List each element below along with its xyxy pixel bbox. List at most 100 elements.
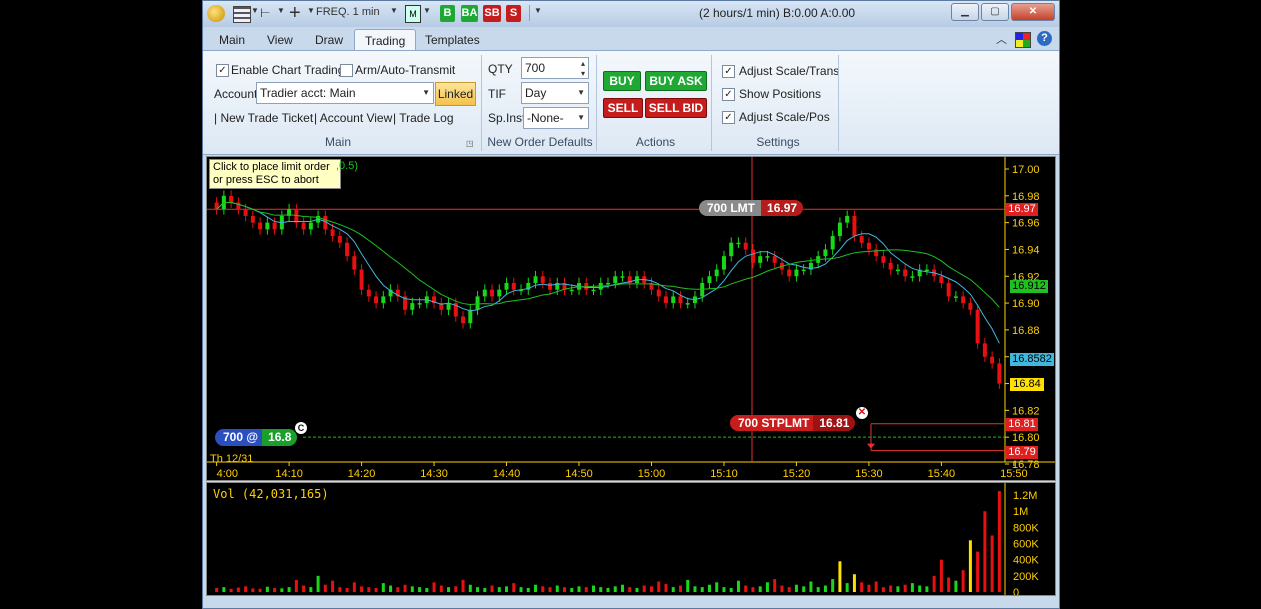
grid-menu-icon[interactable] <box>233 6 251 23</box>
dialog-launcher-icon[interactable]: ◳ <box>466 139 474 148</box>
volume-pane[interactable]: 1.2M 1M 800K 600K 400K 200K 0 Vol (42,031,165) <box>206 482 1056 596</box>
chevron-down-icon: ▼ <box>422 88 430 97</box>
spinner-icon[interactable]: ▴ ▾ <box>581 59 585 79</box>
enable-chart-trading-checkbox[interactable]: ✓ <box>216 64 229 77</box>
linked-button[interactable]: Linked <box>435 82 476 106</box>
spinst-label: Sp.Inst <box>488 111 526 125</box>
candle-body <box>975 309 980 344</box>
qty-stepper[interactable]: 700 ▴ ▾ <box>521 57 589 79</box>
close-position-icon[interactable]: C <box>295 422 307 434</box>
time-tick-label: 4:00 <box>217 468 238 480</box>
volume-bar <box>476 587 480 592</box>
tab-draw[interactable]: Draw <box>305 29 353 51</box>
tab-templates[interactable]: Templates <box>415 29 490 51</box>
tab-main[interactable]: Main <box>209 29 255 51</box>
buy-ask-button[interactable]: BUY ASK <box>645 71 707 91</box>
candle-body <box>504 282 509 290</box>
volume-bar <box>236 587 240 592</box>
candle-body <box>243 209 248 216</box>
help-icon[interactable]: ? <box>1037 31 1052 46</box>
position-chip[interactable]: 700 @ 16.8 <box>215 429 298 446</box>
main-group-label: Main <box>324 135 351 149</box>
adjust-scale-pos-checkbox[interactable]: ✓ <box>722 111 735 124</box>
volume-bar <box>396 587 400 592</box>
buy-button[interactable]: BUY <box>603 71 641 91</box>
stop-price-tag: 16.81 <box>1006 418 1038 431</box>
tif-dropdown[interactable]: Day ▼ <box>521 82 589 104</box>
volume-bar <box>954 580 958 592</box>
trade-log-link[interactable]: | Trade Log <box>393 111 454 125</box>
candle-body <box>714 269 719 277</box>
volume-bar <box>541 586 545 592</box>
sell-bid-toolbar-button[interactable]: SB <box>483 5 501 22</box>
frequency-selector[interactable]: FREQ. 1 min <box>316 6 380 18</box>
chevron-down-icon[interactable]: ▼ <box>534 6 542 15</box>
volume-bar <box>287 587 291 592</box>
price-tick-label: 16.94 <box>1012 244 1040 256</box>
volume-bar <box>809 581 813 592</box>
sell-button[interactable]: SELL <box>603 98 643 118</box>
chevron-down-icon[interactable]: ▼ <box>307 6 315 15</box>
volume-bar <box>389 585 393 592</box>
volume-tick-label: 800K <box>1013 522 1039 534</box>
cancel-order-icon[interactable]: ✕ <box>856 407 868 419</box>
layout-color-icon[interactable] <box>1015 32 1031 48</box>
last-price-tag: 16.84 <box>1010 378 1044 391</box>
volume-bar <box>512 583 516 592</box>
volume-bar <box>273 587 277 592</box>
crosshair-icon[interactable]: + <box>289 2 301 24</box>
candle-body <box>656 289 661 297</box>
maximize-button[interactable]: ▢ <box>981 3 1009 21</box>
account-label: Account <box>214 87 258 101</box>
volume-bar <box>773 579 777 592</box>
account-view-link[interactable]: | Account View <box>314 111 392 125</box>
group-separator <box>596 55 597 151</box>
volume-bar <box>280 588 284 592</box>
candle-body <box>250 215 255 223</box>
candle-body <box>446 303 451 310</box>
minimize-button[interactable]: ▁ <box>951 3 979 21</box>
tif-value: Day <box>525 86 547 100</box>
indicator-icon[interactable]: M <box>405 5 421 23</box>
volume-bar <box>838 561 842 592</box>
buy-ask-toolbar-button[interactable]: BA <box>461 5 478 22</box>
buy-bid-toolbar-button[interactable]: B <box>440 5 455 22</box>
new-trade-ticket-link[interactable]: | New Trade Ticket <box>214 111 313 125</box>
chevron-down-icon[interactable]: ▼ <box>390 6 398 15</box>
moving-average-fast <box>216 202 1000 344</box>
candle-body <box>678 296 683 304</box>
price-tick-label: 16.82 <box>1012 405 1040 417</box>
stop-limit-order-label: 700 STPLMT <box>730 415 814 431</box>
app-logo-icon[interactable] <box>207 5 225 22</box>
volume-bar <box>258 588 262 592</box>
chevron-down-icon[interactable]: ▼ <box>251 6 259 15</box>
volume-bar <box>519 587 523 592</box>
tab-view[interactable]: View <box>257 29 303 51</box>
volume-bar <box>649 586 653 592</box>
volume-tick-label: 600K <box>1013 539 1039 551</box>
chevron-down-icon[interactable]: ▼ <box>423 6 431 15</box>
arm-auto-transmit-checkbox[interactable] <box>340 64 353 77</box>
collapse-ribbon-icon[interactable]: ︿ <box>996 31 1007 47</box>
account-dropdown[interactable]: Tradier acct: Main ▼ <box>256 82 434 104</box>
adjust-scale-trans-checkbox[interactable]: ✓ <box>722 65 735 78</box>
price-chart[interactable]: 17.0016.9816.9616.9416.9216.9016.8816.86… <box>206 156 1056 481</box>
limit-order-chip[interactable]: 700 LMT 16.97 <box>699 200 804 216</box>
drawing-tool-icon[interactable]: ⊢ <box>260 6 270 20</box>
volume-tick-label: 200K <box>1013 571 1039 583</box>
sell-bid-button[interactable]: SELL BID <box>645 98 707 118</box>
tab-trading[interactable]: Trading <box>354 29 417 52</box>
candle-body <box>663 296 668 304</box>
stop-limit-order-chip[interactable]: 700 STPLMT 16.81 <box>730 415 856 431</box>
volume-bar <box>903 584 907 592</box>
volume-bar <box>765 582 769 592</box>
volume-bar <box>860 582 864 592</box>
volume-bar <box>468 584 472 592</box>
spinst-dropdown[interactable]: -None- ▼ <box>523 107 589 129</box>
chevron-down-icon[interactable]: ▼ <box>277 6 285 15</box>
show-positions-checkbox[interactable]: ✓ <box>722 88 735 101</box>
price-chart-svg[interactable]: 17.0016.9816.9616.9416.9216.9016.8816.86… <box>207 157 1055 480</box>
volume-bar <box>780 585 784 592</box>
sell-toolbar-button[interactable]: S <box>506 5 521 22</box>
close-button[interactable]: ✕ <box>1011 3 1055 21</box>
